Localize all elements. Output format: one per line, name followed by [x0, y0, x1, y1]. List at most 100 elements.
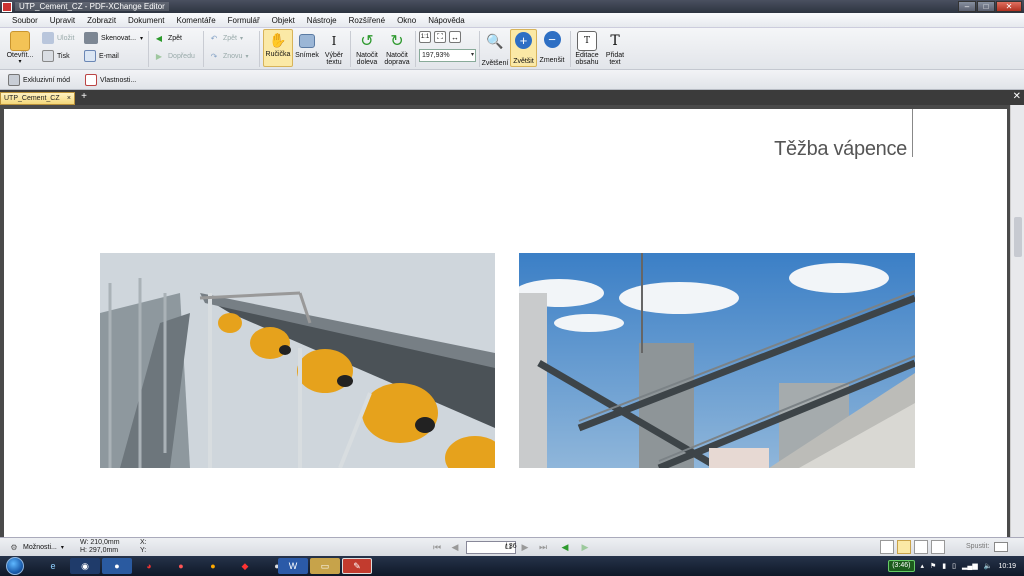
battery-indicator[interactable]: (3:46)	[888, 560, 915, 572]
fit-width-icon[interactable]: ↔	[449, 31, 461, 43]
fit-page-icon[interactable]: ⛶	[434, 31, 446, 43]
menu-okno[interactable]: Okno	[391, 16, 422, 25]
app-icon-orange[interactable]: ●	[198, 558, 228, 574]
undo-button[interactable]: ↶ Zpět ▾	[208, 32, 243, 44]
gear-icon: ⚙	[10, 542, 18, 552]
cursor-coordinates: X: Y:	[140, 539, 147, 554]
properties-button[interactable]: Vlastnosti...	[85, 74, 136, 86]
select-text-button[interactable]: I Výběr textu	[321, 31, 347, 67]
floppy-icon	[42, 32, 54, 44]
maximize-button[interactable]: □	[977, 1, 995, 12]
close-window-button[interactable]: ✕	[996, 1, 1022, 12]
zoom-out-button[interactable]: − Zmenšit	[538, 31, 566, 64]
chrome-icon[interactable]: ◕	[134, 558, 164, 574]
signal-icon[interactable]: ▂▄▆	[962, 562, 978, 570]
arrow-right-icon: ▶	[155, 51, 163, 61]
document-viewport[interactable]: Těžba vápence	[0, 105, 1024, 537]
save-button[interactable]: Uložit	[42, 32, 75, 44]
history-forward-icon[interactable]: ▶	[578, 541, 592, 554]
app-icon-blue[interactable]: ●	[102, 558, 132, 574]
menu-upravit[interactable]: Upravit	[44, 16, 81, 25]
history-back-icon[interactable]: ◀	[558, 541, 572, 554]
loupe-button[interactable]: 🔍 Zvětšení	[481, 31, 509, 68]
word-icon[interactable]: W	[278, 558, 308, 574]
print-button[interactable]: Tisk	[42, 50, 70, 62]
page-heading: Těžba vápence	[774, 138, 907, 160]
folder-taskbar-icon[interactable]: ▭	[310, 558, 340, 574]
facing-pages-icon[interactable]	[914, 540, 928, 554]
pdf-xchange-taskbar-icon[interactable]: ✎	[342, 558, 372, 574]
vertical-scrollbar[interactable]	[1010, 105, 1024, 537]
window-title: UTP_Cement_CZ - PDF-XChange Editor	[15, 2, 169, 11]
flag-icon[interactable]: ⚑	[930, 562, 936, 570]
previous-page-icon[interactable]: ◀	[448, 541, 462, 554]
rotate-right-button[interactable]: ↻ Natočit doprava	[382, 31, 412, 66]
chevron-down-icon: ▾	[140, 35, 144, 42]
forward-button[interactable]: ▶ Dopředu	[153, 50, 195, 62]
zoom-in-button[interactable]: + Zvětšit	[510, 29, 537, 67]
browser-icon[interactable]: ◉	[70, 558, 100, 574]
close-tab-icon[interactable]: ×	[67, 93, 71, 104]
single-page-icon[interactable]	[880, 540, 894, 554]
magnifier-icon: 🔍	[486, 32, 504, 49]
chevron-up-icon[interactable]: ▴	[921, 562, 925, 570]
menu-komentare[interactable]: Komentáře	[171, 16, 222, 25]
app-icon-red[interactable]: ●	[166, 558, 196, 574]
chevron-down-icon: ▾	[470, 52, 474, 58]
scan-button[interactable]: Skenovat... ▾	[84, 32, 143, 44]
open-button[interactable]: Otevřít... ▾	[5, 31, 35, 66]
run-label: Spustit:	[966, 543, 990, 550]
actual-size-icon[interactable]: 1:1	[419, 31, 431, 43]
start-button[interactable]	[6, 557, 24, 575]
run-select[interactable]	[994, 542, 1008, 552]
scrollbar-thumb[interactable]	[1014, 217, 1022, 257]
add-text-button[interactable]: T Přidat text	[603, 31, 627, 67]
next-page-icon[interactable]: ▶	[518, 541, 532, 554]
exclusive-mode-button[interactable]: Exkluzivní mód	[8, 74, 70, 86]
quarry-conveyors-photo	[519, 253, 915, 468]
redo-button[interactable]: ↷ Znovu ▾	[208, 50, 249, 62]
system-tray: (3:46) ▴ ⚑ ▮ ▯ ▂▄▆ 🔈 10:19	[888, 556, 1024, 576]
page-fit-buttons: 1:1 ⛶ ↔	[419, 31, 464, 43]
app-icon-media[interactable]: ◆	[230, 558, 260, 574]
continuous-page-icon[interactable]	[897, 540, 911, 554]
rotate-left-button[interactable]: ↺ Natočit doleva	[353, 31, 381, 66]
volume-icon[interactable]: 🔈	[984, 562, 993, 570]
ie-icon[interactable]: e	[38, 558, 68, 574]
edit-content-button[interactable]: T Editace obsahu	[573, 31, 601, 66]
clock[interactable]: 10:19	[998, 563, 1016, 570]
first-page-icon[interactable]: ⏮	[430, 541, 444, 554]
power-icon[interactable]: ▯	[952, 562, 956, 570]
page-dimensions: W: 210,0mm H: 297,0mm	[80, 539, 120, 554]
back-button[interactable]: ◀ Zpět	[153, 32, 182, 44]
printer-icon	[42, 50, 54, 62]
menu-zobrazit[interactable]: Zobrazit	[81, 16, 122, 25]
hand-icon: ✋	[269, 31, 287, 48]
pdf-page: Těžba vápence	[4, 109, 1007, 537]
app-icon	[2, 1, 12, 12]
menu-napoveda[interactable]: Nápověda	[422, 16, 470, 25]
zoom-level-select[interactable]: 197,93% ▾	[419, 49, 476, 62]
add-tab-button[interactable]: +	[79, 92, 89, 103]
snapshot-button[interactable]: Snímek	[293, 31, 321, 59]
last-page-icon[interactable]: ⏭	[536, 541, 550, 554]
network-icon[interactable]: ▮	[942, 562, 946, 570]
menu-objekt[interactable]: Objekt	[266, 16, 301, 25]
options-button[interactable]: ⚙ Možnosti... ▾	[8, 541, 63, 553]
continuous-facing-icon[interactable]	[931, 540, 945, 554]
undo-icon: ↶	[210, 33, 218, 43]
menu-rozsirene[interactable]: Rozšířené	[343, 16, 391, 25]
menu-soubor[interactable]: Soubor	[6, 16, 44, 25]
close-document-button[interactable]: ✕	[1013, 91, 1021, 102]
menu-dokument[interactable]: Dokument	[122, 16, 170, 25]
minimize-button[interactable]: –	[958, 1, 976, 12]
tab-utp-cement-cz[interactable]: UTP_Cement_CZ ×	[0, 92, 75, 105]
menu-formular[interactable]: Formulář	[222, 16, 266, 25]
envelope-icon	[84, 50, 96, 62]
properties-icon	[85, 74, 97, 86]
hand-tool-button[interactable]: ✋ Ručička	[263, 29, 293, 67]
menu-bar: Soubor Upravit Zobrazit Dokument Komentá…	[0, 13, 1024, 28]
menu-nastroje[interactable]: Nástroje	[301, 16, 343, 25]
email-button[interactable]: E-mail	[84, 50, 119, 62]
redo-icon: ↷	[210, 51, 218, 61]
